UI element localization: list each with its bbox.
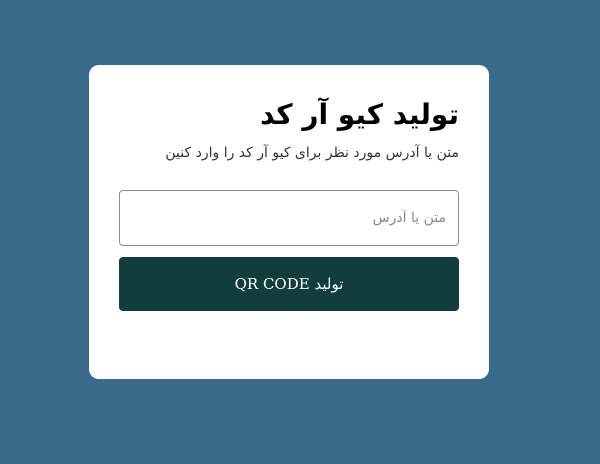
qr-generator-card: تولید کیو آر کد متن یا آدرس مورد نظر برا… <box>89 65 489 379</box>
generate-qr-code-button[interactable]: تولید QR CODE <box>119 257 459 311</box>
text-or-url-input[interactable] <box>119 190 459 246</box>
instruction-text: متن یا آدرس مورد نظر برای کیو آر کد را و… <box>165 145 459 161</box>
page-title: تولید کیو آر کد <box>260 98 459 131</box>
